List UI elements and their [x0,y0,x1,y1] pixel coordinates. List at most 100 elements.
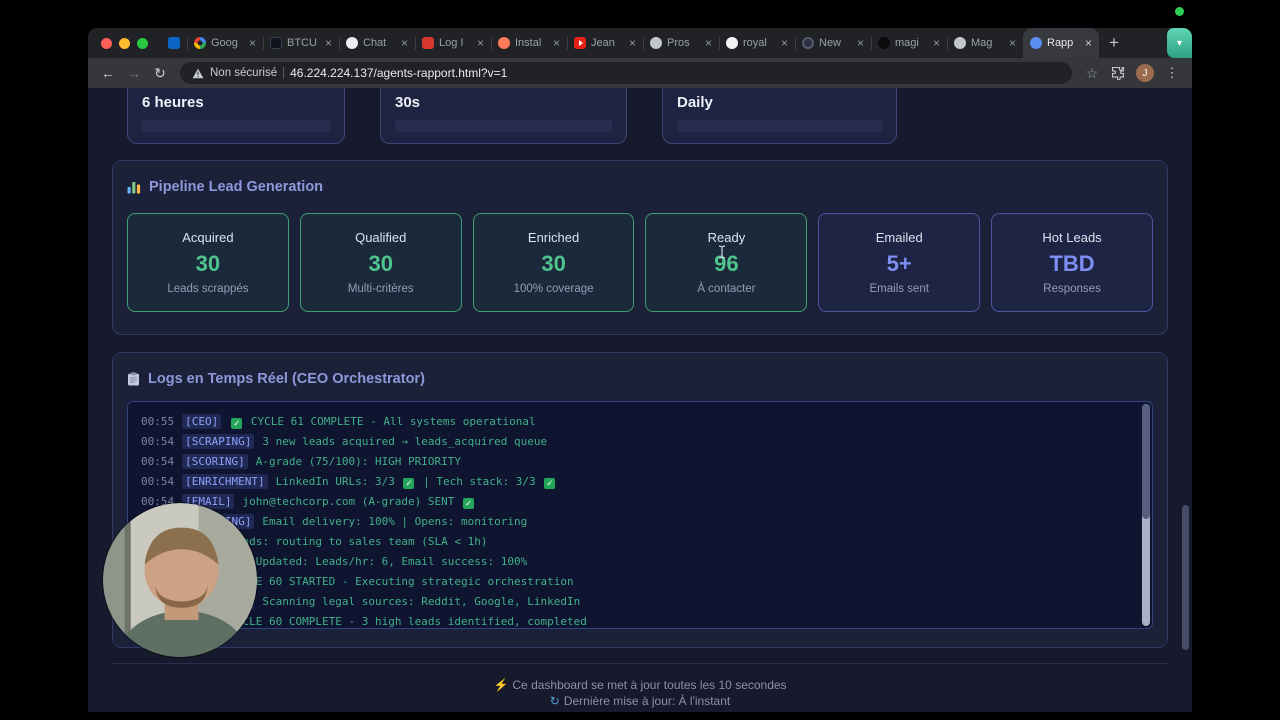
pipeline-card-enriched: Enriched 30 100% coverage [472,213,635,312]
recording-indicator-dot [1175,7,1184,16]
log-message: KPI Updated: Leads/hr: 6, Email success:… [229,555,528,568]
browser-tab[interactable]: Mag × [947,28,1023,58]
bar-chart-icon [127,181,141,193]
browser-tab[interactable]: Rapp × [1023,28,1099,58]
gray-app-favicon [954,37,966,49]
tab-label: Chat [363,37,387,49]
browser-tab[interactable]: Chat × [339,28,415,58]
linkedin-favicon [168,37,180,49]
pipeline-card-value: 5+ [886,251,912,276]
not-secure-warning-icon [192,68,204,78]
tab-close-icon[interactable]: × [1009,37,1016,49]
log-entry: 00:54 [SCORING] A-grade (75/100): HIGH PRI… [141,452,1126,472]
tab-close-icon[interactable]: × [857,37,864,49]
browser-tab[interactable]: Instal × [491,28,567,58]
browser-tab[interactable]: Pros × [643,28,719,58]
log-tag: [ENRICHMENT] [182,474,268,489]
pipeline-card-value: 30 [195,251,221,276]
tab-close-icon[interactable]: × [1085,37,1092,49]
close-window-button[interactable] [101,37,112,49]
pipeline-card-label: Emailed [875,230,923,245]
logs-panel-header: Logs en Temps Réel (CEO Orchestrator) [127,369,1153,389]
browser-tab[interactable]: New × [795,28,871,58]
pipeline-card-sub: Emails sent [869,283,929,295]
tab-close-icon[interactable]: × [705,37,712,49]
tab-label: Pros [667,37,690,49]
log-tag: [SCRAPING] [182,434,255,449]
tab-label: BTCU [287,37,317,49]
pipeline-card-sub: 100% coverage [513,283,594,295]
pipeline-card-emailed: Emailed 5+ Emails sent [818,213,981,312]
pipeline-card-hot-leads: Hot Leads TBD Responses [991,213,1153,312]
pipeline-card-acquired: Acquired 30 Leads scrappés [127,213,289,312]
log-tag: [SCORING] [182,454,248,469]
tab-search-button[interactable]: ▾ [1167,28,1192,58]
log-message: john@techcorp.com (A-grade) SENT ✓ [242,495,475,509]
log-message: A-grade (75/100): HIGH PRIORITY [255,455,462,468]
footer-update-line: ⚡ Ce dashboard se met à jour toutes les 1… [112,678,1168,692]
footer-updated-text: Dernière mise à jour: À l'instant [563,694,731,708]
log-tag: [CEO] [182,414,222,429]
forward-button[interactable]: → [122,61,146,85]
bolt-icon: ⚡ [493,678,509,692]
pipeline-card-value: TBD [1049,251,1095,276]
fullscreen-window-button[interactable] [137,37,148,49]
browser-tab[interactable]: magi × [871,28,947,58]
tab-close-icon[interactable]: × [781,37,788,49]
browser-tab[interactable]: Log I × [415,28,491,58]
gray-app-favicon [650,37,662,49]
tab-close-icon[interactable]: × [325,37,332,49]
browser-tab[interactable]: Jean × [567,28,643,58]
page-scrollbar-thumb[interactable] [1182,505,1189,650]
tab-label: royal [743,37,767,49]
pipeline-card-label: Hot Leads [1042,230,1102,245]
reload-button[interactable]: ↻ [148,61,172,85]
dashboard-content: 6 heures 30s Daily Pipeline Lead Generatio… [112,88,1168,708]
top-card-title: 30s [395,94,421,111]
log-time: 00:54 [141,455,175,468]
minimize-window-button[interactable] [119,37,130,49]
log-message: CYCLE 60 STARTED - Executing strategic o… [229,575,574,588]
log-time: 00:54 [141,435,175,448]
log-time: 00:55 [141,415,175,428]
tab-label: Rapp [1047,37,1074,49]
log-scrollbar-track[interactable] [1142,404,1150,626]
chevron-down-icon: ▾ [1176,37,1183,49]
log-entry: 00:54 [EMAIL] john@techcorp.com (A-grade) … [141,492,1126,512]
log-entry: 00:54[TRACKING]Email delivery: 100% | Op… [141,512,1126,532]
log-entry: 00:55 [CEO] ✓ CYCLE 61 COMPLETE - All syst… [141,412,1126,432]
top-cards-row: 6 heures 30s Daily [127,88,1168,144]
window-controls [88,37,161,49]
text-cursor [718,245,726,259]
log-entry: 00:53[CEO]CYCLE 60 STARTED - Executing s… [141,572,1126,592]
pipeline-card-value: 30 [541,251,566,276]
browser-tab[interactable]: Goog × [187,28,263,58]
back-button[interactable]: ← [96,61,120,85]
profile-avatar[interactable]: J [1136,64,1154,82]
tab-close-icon[interactable]: × [933,37,940,49]
tab-close-icon[interactable]: × [401,37,408,49]
tab-close-icon[interactable]: × [477,37,484,49]
bookmark-star-icon[interactable]: ☆ [1080,61,1104,85]
log-scrollbar-thumb[interactable] [1142,404,1150,520]
pipeline-panel-header: Pipeline Lead Generation [127,177,1153,197]
log-message: Email delivery: 100% | Opens: monitoring [262,515,528,528]
log-entry: 00:54 [SCRAPING] 3 new leads acquired → le… [141,432,1126,452]
white-app-favicon [726,37,738,49]
browser-tab[interactable]: BTCU × [263,28,339,58]
tab-close-icon[interactable]: × [629,37,636,49]
browser-tab[interactable] [161,28,187,58]
tab-close-icon[interactable]: × [249,37,256,49]
red-app-favicon [422,37,434,49]
browser-menu-icon[interactable]: ⋮ [1160,61,1184,85]
webcam-overlay [103,503,257,657]
pipeline-panel: Pipeline Lead Generation Acquired 30 Leads… [112,160,1168,335]
logs-title: Logs en Temps Réel (CEO Orchestrator) [148,371,425,387]
webcam-video [103,503,257,657]
extensions-icon[interactable] [1106,61,1130,85]
new-tab-button[interactable]: + [1101,30,1127,56]
tab-close-icon[interactable]: × [553,37,560,49]
address-bar[interactable]: Non sécurisé 46.224.224.137/agents-rappo… [180,62,1072,84]
tab-label: Log I [439,37,464,49]
browser-tab[interactable]: royal × [719,28,795,58]
